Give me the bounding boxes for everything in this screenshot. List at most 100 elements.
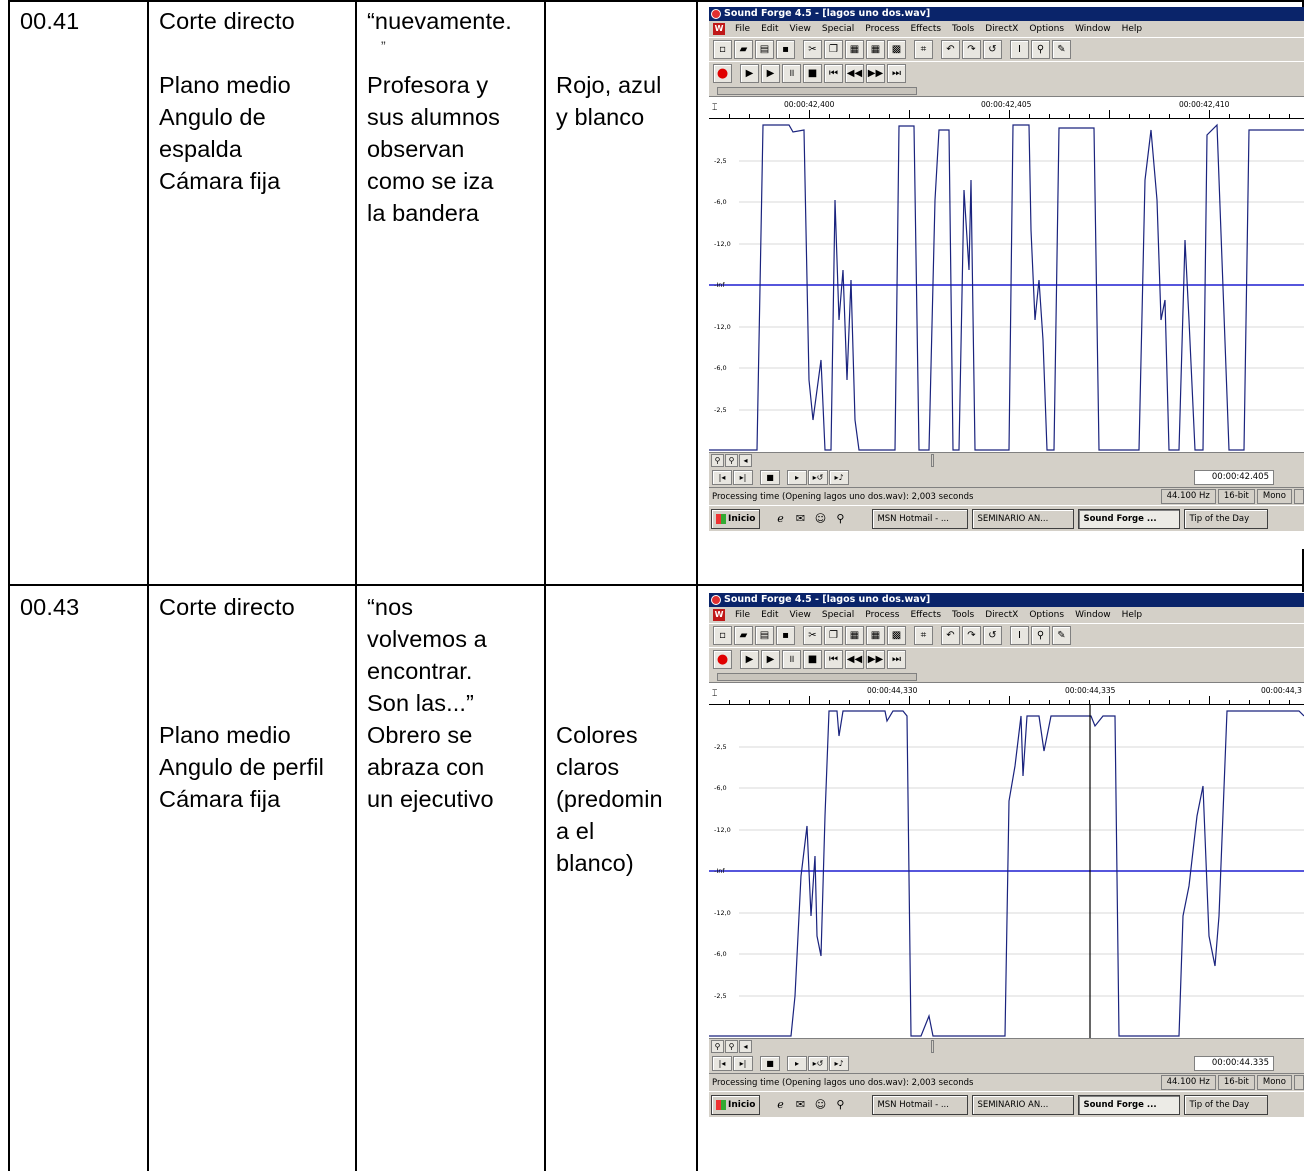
document-icon[interactable]: W xyxy=(713,23,725,35)
go-to-start-icon[interactable]: ⏮ xyxy=(824,64,843,83)
save-icon[interactable]: ▪ xyxy=(776,626,795,645)
waveform-view[interactable]: -2,5 -6,0 -12,0 -Inf -12,0 -6,0 -2,5 xyxy=(709,705,1304,1038)
menu-item[interactable]: Window xyxy=(1075,24,1111,34)
paste-new-icon[interactable]: ▦ xyxy=(866,626,885,645)
save-icon[interactable]: ▪ xyxy=(776,40,795,59)
play-icon[interactable]: ▶ xyxy=(761,650,780,669)
menu-item[interactable]: DirectX xyxy=(985,610,1018,620)
outlook-icon[interactable]: ✉ xyxy=(792,511,808,527)
task-msn[interactable]: MSN Hotmail - ... xyxy=(872,508,969,529)
menu-item[interactable]: Effects xyxy=(910,24,941,34)
zoom-out-icon[interactable]: ⚲ xyxy=(711,1039,724,1053)
messenger-icon[interactable]: ☺ xyxy=(812,1097,828,1113)
mix-icon[interactable]: ▩ xyxy=(887,40,906,59)
menu-item[interactable]: Window xyxy=(1075,610,1111,620)
go-to-end-icon[interactable]: ▸| xyxy=(733,469,753,485)
stop-icon[interactable]: ■ xyxy=(803,64,822,83)
scroll-thumb[interactable] xyxy=(931,1039,934,1053)
play-all-icon[interactable]: ▶ xyxy=(740,64,759,83)
record-icon[interactable]: ● xyxy=(713,650,732,669)
copy-icon[interactable]: ❐ xyxy=(824,626,843,645)
task-tip-of-the-day[interactable]: Tip of the Day xyxy=(1184,508,1269,529)
messenger-icon[interactable]: ☺ xyxy=(812,511,828,527)
task-seminario[interactable]: SEMINARIO AN... xyxy=(972,1094,1075,1115)
internet-explorer-icon[interactable]: ℯ xyxy=(772,511,788,527)
pause-icon[interactable]: ॥ xyxy=(782,650,801,669)
menu-item[interactable]: Tools xyxy=(952,610,974,620)
repeat-icon[interactable]: ↺ xyxy=(983,40,1002,59)
close-file-icon[interactable]: ▤ xyxy=(755,626,774,645)
go-to-end-icon[interactable]: ▸| xyxy=(733,1055,753,1071)
magnify-tool-icon[interactable]: ⚲ xyxy=(1031,40,1050,59)
repeat-icon[interactable]: ↺ xyxy=(983,626,1002,645)
trim-icon[interactable]: ⌗ xyxy=(914,626,933,645)
undo-icon[interactable]: ↶ xyxy=(941,40,960,59)
stop-icon[interactable]: ■ xyxy=(803,650,822,669)
play-looped-icon[interactable]: ▸↺ xyxy=(808,469,828,485)
task-seminario[interactable]: SEMINARIO AN... xyxy=(972,508,1075,529)
paste-icon[interactable]: ▦ xyxy=(845,40,864,59)
play-all-icon[interactable]: ▶ xyxy=(740,650,759,669)
zoom-in-icon[interactable]: ⚲ xyxy=(725,453,738,467)
close-file-icon[interactable]: ▤ xyxy=(755,40,774,59)
redo-icon[interactable]: ↷ xyxy=(962,626,981,645)
zoom-in-icon[interactable]: ⚲ xyxy=(725,1039,738,1053)
menu-item[interactable]: Effects xyxy=(910,610,941,620)
play-icon[interactable]: ▸ xyxy=(787,469,807,485)
copy-icon[interactable]: ❐ xyxy=(824,40,843,59)
new-file-icon[interactable]: ▫ xyxy=(713,40,732,59)
waveform-view[interactable]: -2,5 -6,0 -12,0 -Inf -12,0 -6,0 -2,5 xyxy=(709,119,1304,452)
scroll-left-icon[interactable]: ◂ xyxy=(739,1039,752,1053)
pencil-tool-icon[interactable]: ✎ xyxy=(1052,40,1071,59)
start-button[interactable]: Inicio xyxy=(711,1094,761,1115)
play-plugin-icon[interactable]: ▸♪ xyxy=(829,469,849,485)
menu-item[interactable]: Edit xyxy=(761,610,778,620)
stop-icon[interactable]: ■ xyxy=(760,469,780,485)
zoom-out-icon[interactable]: ⚲ xyxy=(711,453,724,467)
outlook-icon[interactable]: ✉ xyxy=(792,1097,808,1113)
time-ruler[interactable]: ⌶ 00:00:44,330 00:00:44,335 00:00:44,3 xyxy=(709,683,1304,705)
task-sound-forge[interactable]: Sound Forge ... xyxy=(1078,1094,1181,1115)
menu-item[interactable]: Special xyxy=(822,24,854,34)
menu-item[interactable]: File xyxy=(735,610,750,620)
menu-item[interactable]: Tools xyxy=(952,24,974,34)
go-to-end-icon[interactable]: ⏭ xyxy=(887,64,906,83)
search-icon[interactable]: ⚲ xyxy=(832,511,848,527)
menu-item[interactable]: View xyxy=(790,24,811,34)
overview-bar[interactable] xyxy=(709,85,1304,97)
cut-icon[interactable]: ✂ xyxy=(803,40,822,59)
pause-icon[interactable]: ॥ xyxy=(782,64,801,83)
record-icon[interactable]: ● xyxy=(713,64,732,83)
menu-item[interactable]: View xyxy=(790,610,811,620)
document-icon[interactable]: W xyxy=(713,609,725,621)
horizontal-scrollbar[interactable]: ⚲ ⚲ ◂ xyxy=(709,1038,1304,1053)
menu-item[interactable]: File xyxy=(735,24,750,34)
menu-item[interactable]: DirectX xyxy=(985,24,1018,34)
go-to-start-icon[interactable]: |◂ xyxy=(712,1055,732,1071)
stop-icon[interactable]: ■ xyxy=(760,1055,780,1071)
menu-item[interactable]: Options xyxy=(1029,24,1064,34)
new-file-icon[interactable]: ▫ xyxy=(713,626,732,645)
paste-new-icon[interactable]: ▦ xyxy=(866,40,885,59)
overview-slider[interactable] xyxy=(717,87,917,95)
scroll-thumb[interactable] xyxy=(931,453,934,467)
play-looped-icon[interactable]: ▸↺ xyxy=(808,1055,828,1071)
pencil-tool-icon[interactable]: ✎ xyxy=(1052,626,1071,645)
play-icon[interactable]: ▶ xyxy=(761,64,780,83)
go-to-end-icon[interactable]: ⏭ xyxy=(887,650,906,669)
scroll-left-icon[interactable]: ◂ xyxy=(739,453,752,467)
play-plugin-icon[interactable]: ▸♪ xyxy=(829,1055,849,1071)
menu-item[interactable]: Edit xyxy=(761,24,778,34)
rewind-icon[interactable]: ◀◀ xyxy=(845,650,864,669)
task-tip-of-the-day[interactable]: Tip of the Day xyxy=(1184,1094,1269,1115)
search-icon[interactable]: ⚲ xyxy=(832,1097,848,1113)
menu-item[interactable]: Help xyxy=(1122,610,1143,620)
menu-item[interactable]: Help xyxy=(1122,24,1143,34)
trim-icon[interactable]: ⌗ xyxy=(914,40,933,59)
menu-item[interactable]: Process xyxy=(865,610,899,620)
task-msn[interactable]: MSN Hotmail - ... xyxy=(872,1094,969,1115)
menu-item[interactable]: Options xyxy=(1029,610,1064,620)
menu-item[interactable]: Special xyxy=(822,610,854,620)
edit-tool-icon[interactable]: I xyxy=(1010,626,1029,645)
edit-tool-icon[interactable]: I xyxy=(1010,40,1029,59)
